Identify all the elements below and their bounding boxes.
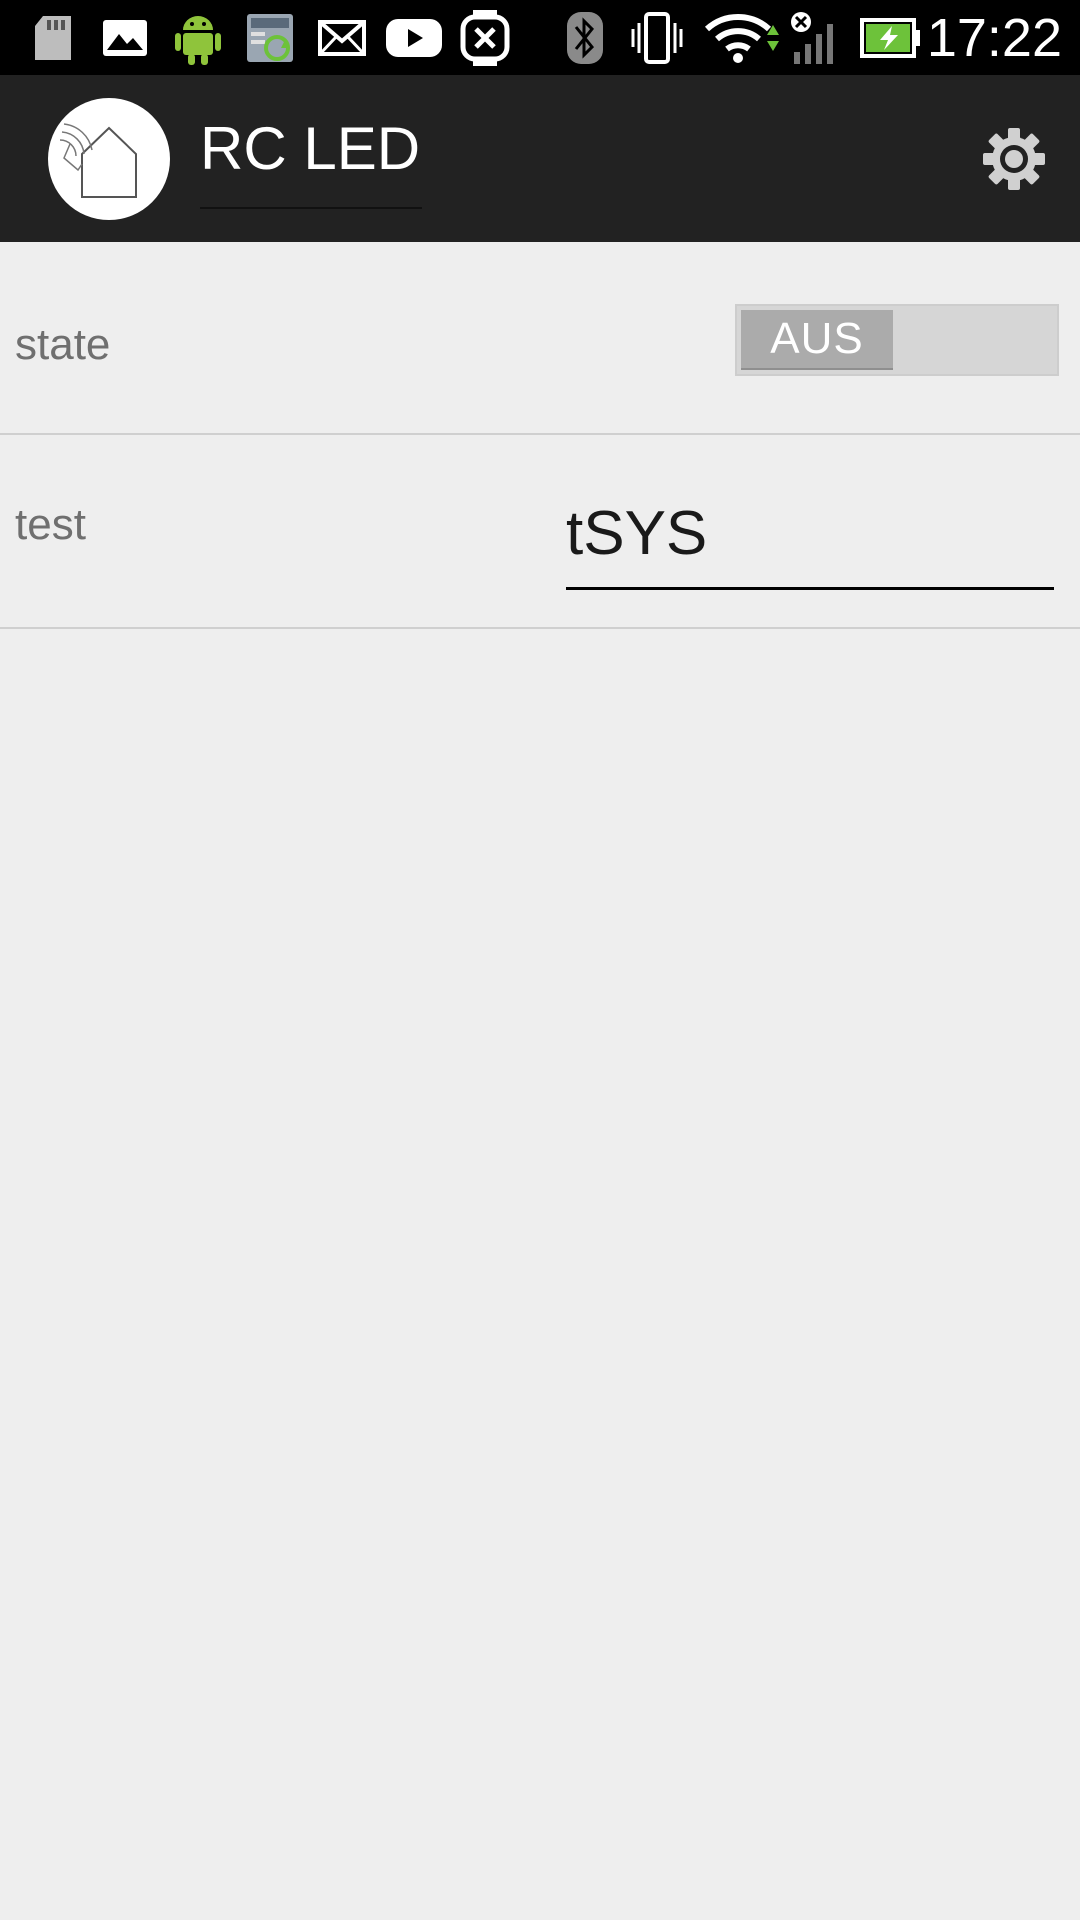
- vibrate-icon: [628, 10, 686, 66]
- test-input[interactable]: [566, 490, 1054, 590]
- status-bar: 17:22: [0, 0, 1080, 75]
- state-toggle[interactable]: AUS: [735, 304, 1059, 376]
- sync-icon: [244, 10, 296, 66]
- settings-button[interactable]: [978, 123, 1050, 195]
- youtube-icon: [385, 10, 443, 66]
- bluetooth-icon: [565, 10, 605, 66]
- app-title: RC LED: [200, 115, 421, 182]
- test-label: test: [15, 500, 86, 549]
- mail-icon: [316, 10, 368, 66]
- watch-icon: [458, 10, 512, 66]
- test-row: test: [0, 435, 1080, 629]
- state-toggle-thumb[interactable]: AUS: [741, 310, 893, 370]
- app-title-area: RC LED: [200, 103, 423, 209]
- battery-charging-icon: [860, 10, 922, 66]
- status-time: 17:22: [926, 8, 1062, 68]
- preferences-list: state AUS test: [0, 242, 1080, 629]
- image-icon: [100, 10, 150, 66]
- state-row: state AUS: [0, 242, 1080, 435]
- signal-icon: [788, 10, 842, 66]
- sd-card-icon: [30, 10, 76, 66]
- state-toggle-text: AUS: [770, 314, 864, 363]
- state-label: state: [15, 320, 111, 369]
- home-remote-icon[interactable]: [48, 98, 170, 220]
- action-bar: RC LED: [0, 75, 1080, 242]
- wifi-icon: [703, 10, 783, 66]
- app-title-underline: [200, 207, 423, 209]
- android-icon: [172, 10, 224, 66]
- gear-icon: [983, 128, 1045, 190]
